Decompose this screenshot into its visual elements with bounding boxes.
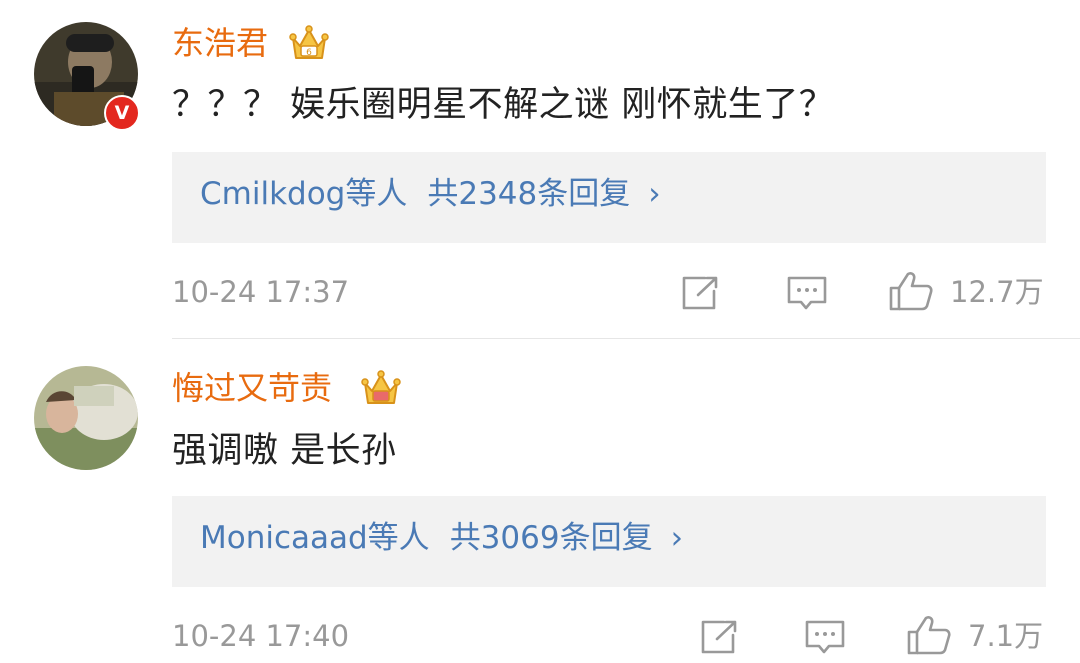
replies-box[interactable]: Monicaaad等人 共3069条回复 › xyxy=(172,496,1046,587)
reply-users: Cmilkdog等人 xyxy=(200,176,408,212)
replies-box[interactable]: Cmilkdog等人 共2348条回复 › xyxy=(172,152,1046,243)
share-icon[interactable] xyxy=(681,275,721,311)
chevron-right-icon: › xyxy=(670,520,683,556)
timestamp: 10-24 17:40 xyxy=(172,619,350,653)
crown-icon xyxy=(361,370,401,404)
divider xyxy=(172,338,1080,339)
like-count: 7.1万 xyxy=(968,619,1044,653)
reply-total: 共3069条回复 xyxy=(449,520,653,556)
chevron-right-icon: › xyxy=(648,176,661,212)
reply-total: 共2348条回复 xyxy=(427,176,631,212)
reply-users: Monicaaad等人 xyxy=(200,520,430,556)
svg-text:6: 6 xyxy=(306,48,312,58)
crown-icon: 6 xyxy=(289,25,329,59)
like-count: 12.7万 xyxy=(950,275,1044,309)
comment-icon[interactable] xyxy=(786,275,828,313)
timestamp: 10-24 17:37 xyxy=(172,275,350,309)
replies-link[interactable]: Cmilkdog等人 共2348条回复 › xyxy=(200,179,661,210)
verified-icon: V xyxy=(104,95,140,131)
replies-link[interactable]: Monicaaad等人 共3069条回复 › xyxy=(200,523,683,554)
comment-text: ？？？ 娱乐圈明星不解之谜 刚怀就生了？ xyxy=(172,85,835,125)
avatar[interactable] xyxy=(34,366,138,470)
username[interactable]: 东浩君 xyxy=(172,27,268,59)
like-icon[interactable] xyxy=(906,614,952,656)
comment-text: 强调嗷 是长孙 xyxy=(172,431,397,471)
share-icon[interactable] xyxy=(700,619,740,655)
like-icon[interactable] xyxy=(888,270,934,312)
comment-icon[interactable] xyxy=(804,619,846,657)
username[interactable]: 悔过又苛责 xyxy=(172,372,332,404)
